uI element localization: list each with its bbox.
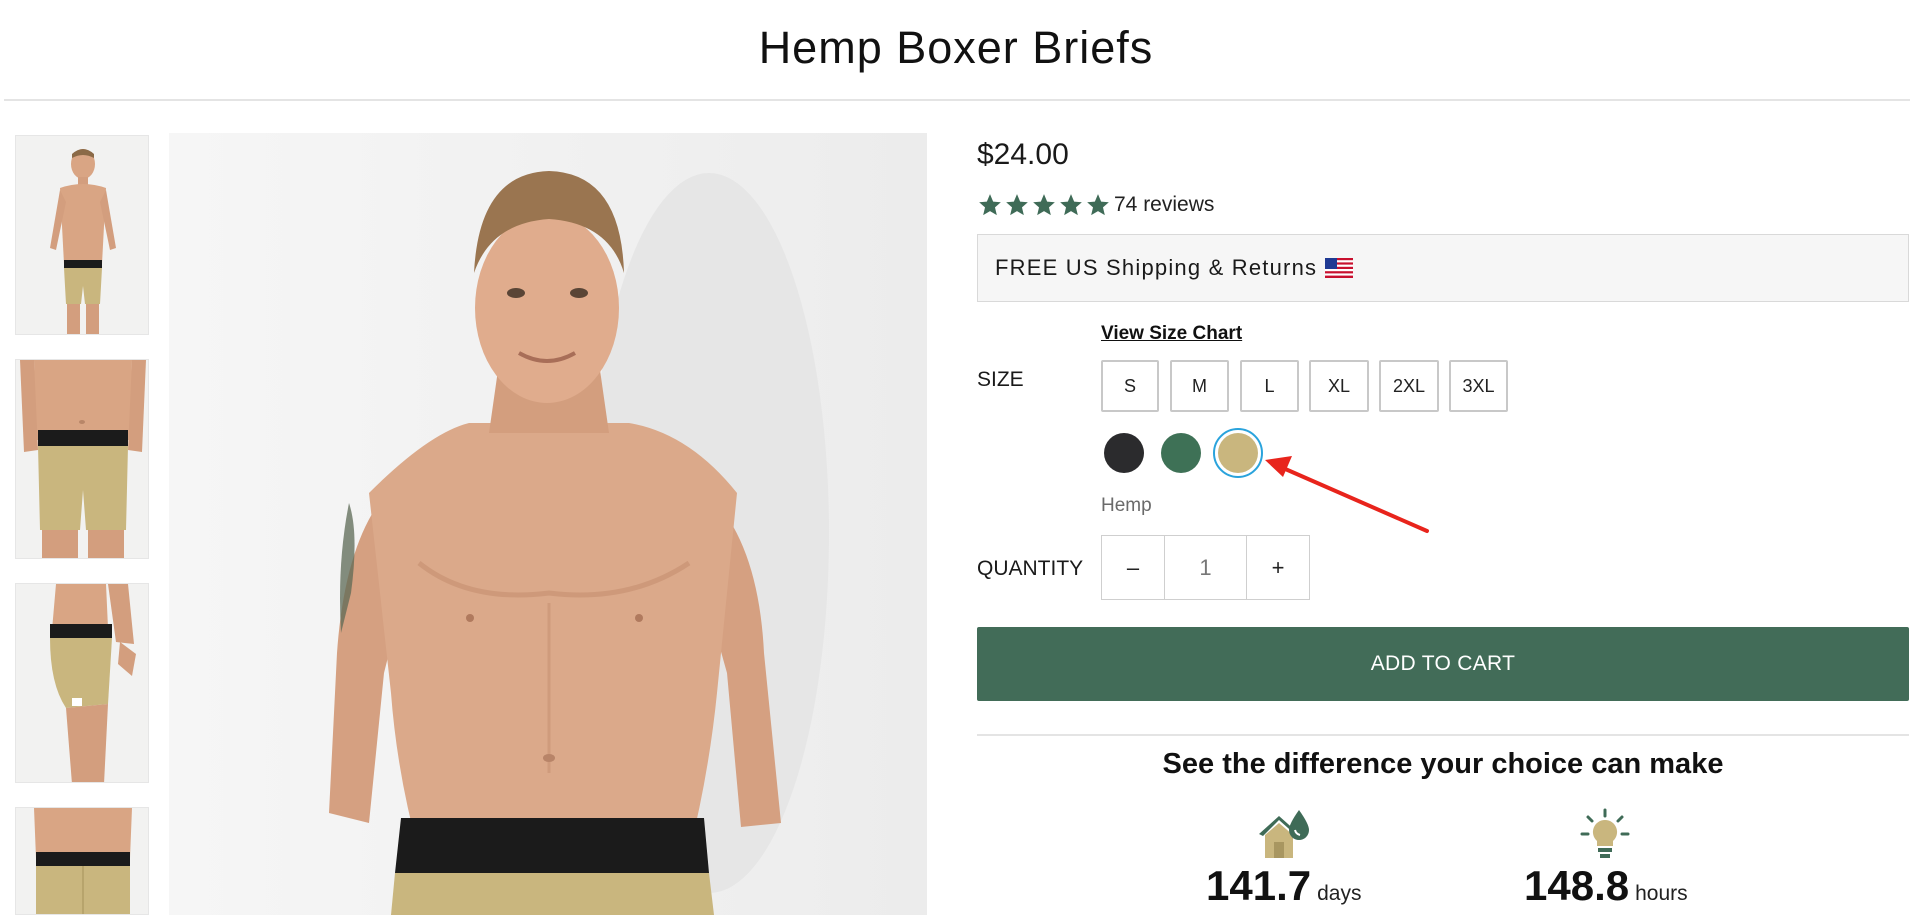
stat-value: 148.8 (1524, 862, 1630, 909)
title-divider (4, 99, 1910, 101)
product-rating[interactable]: 74 reviews (977, 191, 1214, 219)
star-icon (1033, 194, 1055, 216)
house-water-icon (1259, 810, 1309, 858)
color-swatch-hemp[interactable] (1218, 433, 1258, 473)
us-flag-icon (1325, 258, 1354, 278)
product-thumbnail-4[interactable] (15, 807, 149, 915)
product-thumbnail-1[interactable] (15, 135, 149, 335)
main-product-image[interactable] (169, 133, 927, 915)
product-price: $24.00 (977, 138, 1069, 171)
size-option-3xl[interactable]: 3XL (1449, 360, 1508, 412)
stat-unit: hours (1635, 882, 1688, 905)
star-icon (1006, 194, 1028, 216)
star-icon (979, 194, 1001, 216)
add-to-cart-button[interactable]: ADD TO CART (977, 627, 1909, 701)
size-option-m[interactable]: M (1170, 360, 1229, 412)
size-option-l[interactable]: L (1240, 360, 1299, 412)
color-swatch-black[interactable] (1104, 433, 1144, 473)
quantity-label: QUANTITY (977, 557, 1084, 580)
selected-color-name: Hemp (1101, 495, 1152, 516)
page-title: Hemp Boxer Briefs (758, 22, 1154, 73)
shipping-banner: FREE US Shipping & Returns (977, 234, 1909, 302)
stat-unit: days (1317, 882, 1362, 905)
impact-stat-energy: 148.8 hours (1524, 862, 1688, 910)
review-count-link[interactable]: 74 reviews (1114, 193, 1214, 217)
product-thumbnail-3[interactable] (15, 583, 149, 783)
size-label: SIZE (977, 368, 1024, 391)
stat-value: 141.7 (1206, 862, 1312, 909)
size-option-s[interactable]: S (1101, 360, 1159, 412)
color-swatch-green[interactable] (1161, 433, 1201, 473)
quantity-input[interactable]: 1 (1164, 535, 1247, 600)
impact-stat-water: 141.7 days (1206, 862, 1361, 910)
lightbulb-icon (1580, 808, 1630, 858)
shipping-text: FREE US Shipping & Returns (995, 255, 1318, 280)
section-divider (977, 734, 1909, 736)
star-icon (1060, 194, 1082, 216)
quantity-decrement-button[interactable]: – (1101, 535, 1165, 600)
impact-heading: See the difference your choice can make (1162, 748, 1724, 780)
size-option-xl[interactable]: XL (1309, 360, 1369, 412)
product-thumbnail-2[interactable] (15, 359, 149, 559)
quantity-increment-button[interactable]: + (1246, 535, 1310, 600)
star-icon (1087, 194, 1109, 216)
size-option-2xl[interactable]: 2XL (1379, 360, 1439, 412)
view-size-chart-link[interactable]: View Size Chart (1101, 323, 1242, 345)
